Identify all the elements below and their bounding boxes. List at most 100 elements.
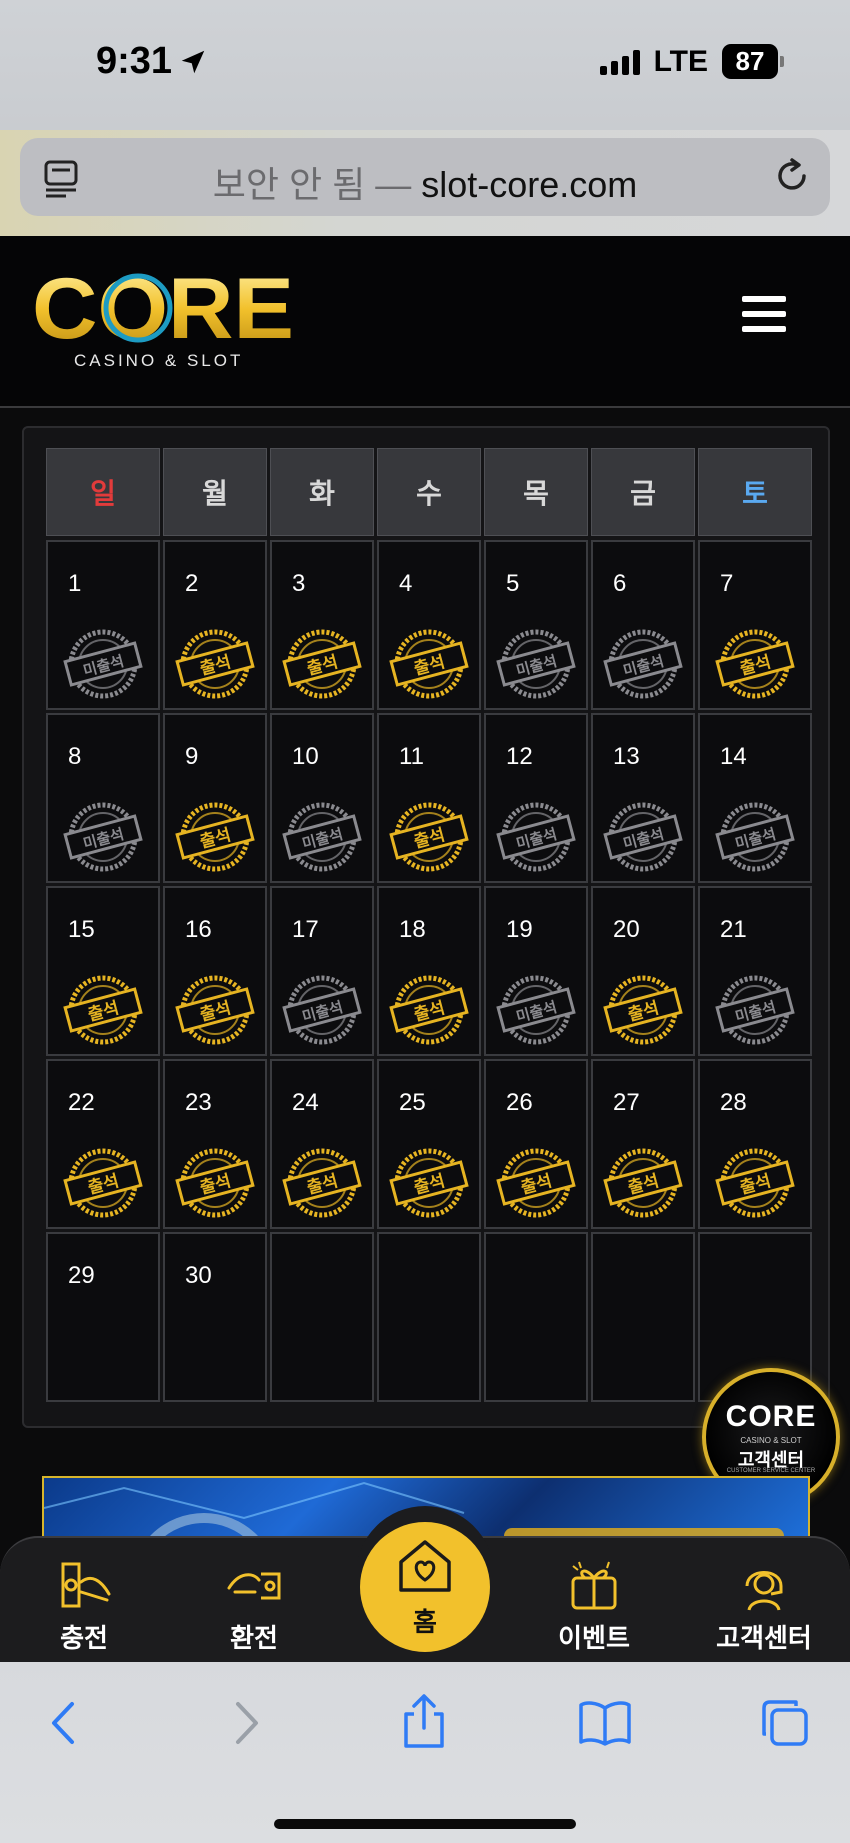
calendar-day-cell[interactable]: 8 미출석: [46, 713, 160, 883]
calendar-day-cell[interactable]: 18 출석: [377, 886, 481, 1056]
calendar-day-cell[interactable]: 20 출석: [591, 886, 695, 1056]
calendar-day-cell[interactable]: 26 출석: [484, 1059, 588, 1229]
absent-stamp-icon: 미출석: [715, 802, 795, 872]
browser-address-area: 보안 안 됨 — slot-core.com: [0, 130, 850, 236]
attended-stamp-icon: 출석: [175, 802, 255, 872]
reload-icon[interactable]: [772, 156, 812, 196]
calendar-day-cell[interactable]: 27 출석: [591, 1059, 695, 1229]
forward-icon[interactable]: [230, 1698, 264, 1748]
absent-stamp-icon: 미출석: [496, 802, 576, 872]
absent-stamp-icon: 미출석: [603, 802, 683, 872]
absent-stamp-icon: 미출석: [282, 802, 362, 872]
day-number: 23: [185, 1089, 212, 1116]
attended-stamp-icon: 출석: [389, 1148, 469, 1218]
attended-stamp-icon: 출석: [389, 975, 469, 1045]
calendar-day-cell[interactable]: 25 출석: [377, 1059, 481, 1229]
calendar-day-cell[interactable]: 13 미출석: [591, 713, 695, 883]
logo-subtitle: CASINO & SLOT: [74, 351, 243, 370]
hamburger-menu-icon[interactable]: [742, 296, 786, 341]
calendar-day-cell[interactable]: 23 출석: [163, 1059, 267, 1229]
calendar-day-cell[interactable]: 11 출석: [377, 713, 481, 883]
day-number: 6: [613, 570, 627, 597]
browser-toolbar: [0, 1662, 850, 1843]
status-indicators: LTE 87: [599, 44, 784, 79]
attended-stamp-icon: 출석: [175, 1148, 255, 1218]
attended-stamp-icon: 출석: [715, 1148, 795, 1218]
nav-events-label: 이벤트: [558, 1623, 630, 1653]
calendar-day-cell[interactable]: 28 출석: [698, 1059, 812, 1229]
weekday-mon: 월: [163, 448, 267, 536]
attended-stamp-icon: 출석: [282, 1148, 362, 1218]
withdraw-icon: [227, 1572, 281, 1600]
day-number: 15: [68, 916, 95, 943]
calendar-days: 1 미출석 2 출석 3 출석 4 출석 5 미출석 6 미출석 7 출석 8 미출석 9 출석 10 미출석 11 출석…: [46, 540, 812, 1402]
calendar-day-cell[interactable]: 30: [163, 1232, 267, 1402]
calendar-day-cell[interactable]: 19 미출석: [484, 886, 588, 1056]
calendar-day-cell[interactable]: 14 미출석: [698, 713, 812, 883]
day-number: 22: [68, 1089, 95, 1116]
calendar-day-cell[interactable]: 3 출석: [270, 540, 374, 710]
network-label: LTE: [653, 44, 708, 78]
attended-stamp-icon: 출석: [603, 975, 683, 1045]
calendar-day-cell[interactable]: 6 미출석: [591, 540, 695, 710]
absent-stamp-icon: 미출석: [715, 975, 795, 1045]
calendar-day-cell[interactable]: 4 출석: [377, 540, 481, 710]
ios-status-bar: 9:31 LTE 87: [0, 0, 850, 130]
calendar-day-cell[interactable]: 17 미출석: [270, 886, 374, 1056]
calendar-day-cell[interactable]: 16 출석: [163, 886, 267, 1056]
calendar-day-cell[interactable]: 24 출석: [270, 1059, 374, 1229]
calendar-day-cell[interactable]: 5 미출석: [484, 540, 588, 710]
attended-stamp-icon: 출석: [603, 1148, 683, 1218]
nav-support[interactable]: 고객센터: [704, 1558, 824, 1655]
home-heart-icon: [399, 1540, 451, 1592]
battery-level: 87: [722, 44, 778, 79]
time-text: 9:31: [96, 40, 173, 82]
back-icon[interactable]: [46, 1698, 80, 1748]
calendar-day-cell[interactable]: 29: [46, 1232, 160, 1402]
absent-stamp-icon: 미출석: [282, 975, 362, 1045]
bookmarks-icon[interactable]: [578, 1700, 632, 1746]
share-icon[interactable]: [400, 1692, 448, 1750]
calendar-day-cell[interactable]: 21 미출석: [698, 886, 812, 1056]
calendar-day-cell[interactable]: 15 출석: [46, 886, 160, 1056]
attendance-calendar: 일 월 화 수 목 금 토 1 미출석 2 출석 3 출석 4 출석 5 미출석 6 미출석 7 출석 8 미…: [22, 426, 830, 1428]
calendar-day-cell[interactable]: 9 출석: [163, 713, 267, 883]
calendar-day-cell[interactable]: 12 미출석: [484, 713, 588, 883]
tabs-icon[interactable]: [760, 1698, 810, 1748]
calendar-day-cell[interactable]: 1 미출석: [46, 540, 160, 710]
nav-events[interactable]: 이벤트: [534, 1558, 654, 1655]
day-number: 21: [720, 916, 747, 943]
nav-home-label: 홈: [413, 1607, 437, 1637]
calendar-day-cell[interactable]: 2 출석: [163, 540, 267, 710]
weekday-sat: 토: [698, 448, 812, 536]
calendar-day-cell[interactable]: 10 미출석: [270, 713, 374, 883]
attended-stamp-icon: 출석: [63, 1148, 143, 1218]
attended-stamp-icon: 출석: [389, 629, 469, 699]
nav-withdraw[interactable]: 환전: [194, 1558, 314, 1655]
address-bar[interactable]: 보안 안 됨 — slot-core.com: [20, 138, 830, 216]
nav-home-button[interactable]: 홈: [360, 1522, 490, 1652]
gift-icon: [571, 1561, 617, 1610]
weekday-header: 일 월 화 수 목 금 토: [46, 448, 812, 536]
absent-stamp-icon: 미출석: [496, 975, 576, 1045]
battery-icon: 87: [722, 44, 784, 79]
day-number: 14: [720, 743, 747, 770]
day-number: 13: [613, 743, 640, 770]
calendar-day-cell[interactable]: 22 출석: [46, 1059, 160, 1229]
url-domain: slot-core.com: [421, 164, 638, 205]
signal-icon: [599, 49, 640, 75]
core-logo[interactable]: CORE CASINO & SLOT: [32, 264, 294, 372]
day-number: 26: [506, 1089, 533, 1116]
day-number: 24: [292, 1089, 319, 1116]
nav-withdraw-label: 환전: [230, 1623, 278, 1653]
site-header: CORE CASINO & SLOT: [0, 236, 850, 408]
nav-deposit[interactable]: 충전: [24, 1558, 144, 1655]
calendar-day-cell: [484, 1232, 588, 1402]
day-number: 3: [292, 570, 306, 597]
url-display[interactable]: 보안 안 됨 — slot-core.com: [20, 156, 830, 208]
nav-support-label: 고객센터: [716, 1623, 812, 1653]
calendar-day-cell[interactable]: 7 출석: [698, 540, 812, 710]
insecure-warning: 보안 안 됨 —: [212, 164, 412, 205]
day-number: 30: [185, 1262, 212, 1289]
badge-subtext: CUSTOMER SERVICE CENTER: [726, 1468, 816, 1474]
